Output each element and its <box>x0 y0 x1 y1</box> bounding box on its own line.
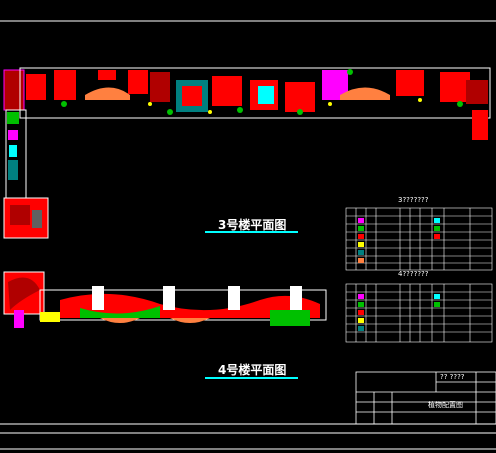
floor4-plan-title: 4号楼平面图 <box>218 363 287 377</box>
plant-table-4-title: 4??????? <box>398 270 429 278</box>
floor4-plan[interactable] <box>3 271 327 328</box>
floor3-plan-title: 3号楼平面图 <box>218 218 287 232</box>
plant-table-4-swatches <box>358 294 440 331</box>
plant-table-3[interactable] <box>345 207 493 271</box>
title-block-drawing-name: 植物配置图 <box>428 401 463 409</box>
title-block-code: ?? ???? <box>440 373 465 381</box>
plant-table-4[interactable] <box>345 283 493 343</box>
title-block[interactable] <box>355 371 496 425</box>
plant-table-3-title: 3??????? <box>398 196 429 204</box>
floor3-plan[interactable] <box>3 67 491 239</box>
